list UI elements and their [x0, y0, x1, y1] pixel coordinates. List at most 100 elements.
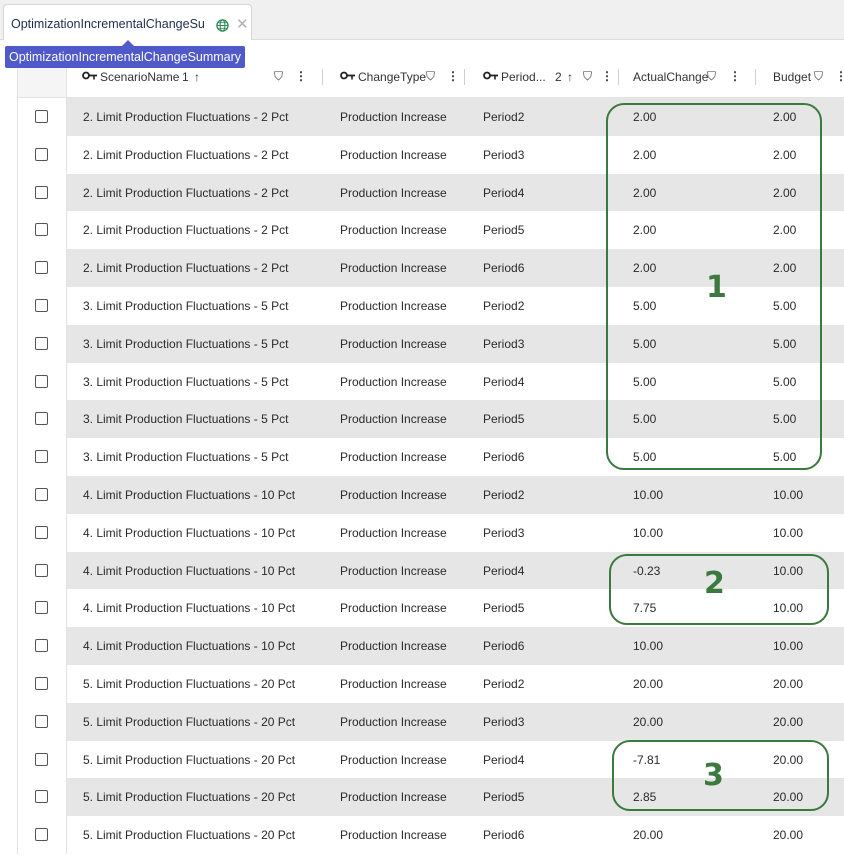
cell-actualchange: 20.00 [633, 828, 664, 843]
row-checkbox[interactable] [35, 714, 48, 728]
cell-period: Period5 [483, 223, 525, 238]
table-row[interactable]: 4. Limit Production Fluctuations - 10 Pc… [18, 513, 844, 552]
row-checkbox[interactable] [35, 790, 48, 804]
cell-period: Period4 [483, 563, 525, 578]
row-checkbox[interactable] [35, 487, 48, 501]
cell-budget: 10.00 [773, 487, 804, 502]
cell-scenarioname: 4. Limit Production Fluctuations - 10 Pc… [83, 563, 296, 578]
kebab-menu-icon[interactable]: ⋮ [601, 69, 613, 83]
row-select-cell [18, 362, 67, 401]
close-icon[interactable]: ✕ [236, 15, 249, 33]
cell-changetype: Production Increase [340, 261, 447, 276]
tab-optimization-incremental-change-summary[interactable]: OptimizationIncrementalChangeSu ✕ [3, 4, 252, 40]
row-checkbox[interactable] [35, 828, 48, 842]
table-row[interactable]: 4. Limit Production Fluctuations - 10 Pc… [18, 475, 844, 514]
cell-changetype: Production Increase [340, 639, 447, 654]
row-checkbox[interactable] [35, 147, 48, 161]
cell-scenarioname: 4. Limit Production Fluctuations - 10 Pc… [83, 487, 296, 502]
row-checkbox[interactable] [35, 336, 48, 350]
row-checkbox[interactable] [35, 110, 48, 123]
cell-period: Period2 [483, 110, 525, 124]
row-checkbox[interactable] [35, 298, 48, 312]
cell-scenarioname: 3. Limit Production Fluctuations - 5 Pct [83, 374, 289, 389]
cell-period: Period4 [483, 374, 525, 389]
key-icon [483, 71, 498, 80]
column-divider[interactable] [464, 69, 465, 85]
row-select-cell [18, 249, 67, 287]
column-header-budget[interactable]: Budget ⛉ ⋮ [773, 58, 844, 97]
cell-scenarioname: 5. Limit Production Fluctuations - 20 Pc… [83, 828, 296, 843]
annotation-label-2: 2 [704, 566, 725, 601]
cell-period: Period6 [483, 261, 525, 276]
row-checkbox[interactable] [35, 223, 48, 237]
row-checkbox[interactable] [35, 752, 48, 766]
table-row[interactable]: 5. Limit Production Fluctuations - 20 Pc… [18, 664, 844, 703]
row-checkbox[interactable] [35, 676, 48, 690]
kebab-menu-icon[interactable]: ⋮ [729, 69, 741, 83]
cell-scenarioname: 5. Limit Production Fluctuations - 20 Pc… [83, 714, 296, 729]
row-select-cell [18, 664, 67, 703]
kebab-menu-icon[interactable]: ⋮ [295, 69, 307, 83]
filter-icon[interactable]: ⛉ [426, 69, 435, 84]
filter-icon[interactable]: ⛉ [274, 69, 283, 84]
cell-actualchange: 20.00 [633, 676, 664, 691]
cell-period: Period5 [483, 790, 525, 805]
filter-icon[interactable]: ⛉ [814, 69, 823, 84]
table-row[interactable]: 5. Limit Production Fluctuations - 20 Pc… [18, 702, 844, 741]
column-header-changetype[interactable]: ChangeType ⛉ ⋮ [340, 58, 483, 97]
column-header-actualchange[interactable]: ActualChange ⛉ ⋮ [633, 58, 773, 97]
row-select-cell [18, 513, 67, 552]
row-select-cell [18, 551, 67, 590]
row-checkbox[interactable] [35, 639, 48, 653]
cell-changetype: Production Increase [340, 450, 447, 465]
sort-asc-icon[interactable]: ↑ [567, 70, 573, 84]
filter-icon[interactable]: ⛉ [583, 69, 592, 84]
column-divider[interactable] [322, 69, 323, 85]
kebab-menu-icon[interactable]: ⋮ [835, 69, 844, 83]
column-label: ActualChange [633, 70, 709, 84]
column-divider[interactable] [618, 69, 619, 85]
cell-changetype: Production Increase [340, 487, 447, 502]
row-select-cell [18, 135, 67, 174]
row-checkbox[interactable] [35, 601, 48, 615]
row-checkbox[interactable] [35, 563, 48, 577]
cell-period: Period6 [483, 639, 525, 654]
cell-scenarioname: 2. Limit Production Fluctuations - 2 Pct [83, 185, 289, 200]
sort-asc-icon[interactable]: ↑ [194, 70, 200, 84]
row-checkbox[interactable] [35, 374, 48, 388]
filter-icon[interactable]: ⛉ [707, 69, 716, 84]
cell-scenarioname: 3. Limit Production Fluctuations - 5 Pct [83, 450, 289, 465]
row-checkbox[interactable] [35, 525, 48, 539]
table-row[interactable]: 4. Limit Production Fluctuations - 10 Pc… [18, 627, 844, 665]
cell-changetype: Production Increase [340, 790, 447, 805]
cell-changetype: Production Increase [340, 110, 447, 124]
row-select-cell [18, 286, 67, 325]
column-header-period[interactable]: Period... 2 ↑ ⛉ ⋮ [483, 58, 633, 97]
row-checkbox[interactable] [35, 450, 48, 464]
column-divider[interactable] [755, 69, 756, 85]
tab-tooltip: OptimizationIncrementalChangeSummary [5, 40, 246, 68]
cell-period: Period2 [483, 676, 525, 691]
table-row[interactable]: 5. Limit Production Fluctuations - 20 Pc… [18, 816, 844, 854]
row-checkbox[interactable] [35, 185, 48, 199]
cell-actualchange: 20.00 [633, 714, 664, 729]
cell-scenarioname: 4. Limit Production Fluctuations - 10 Pc… [83, 525, 296, 540]
tab-title: OptimizationIncrementalChangeSu [11, 17, 205, 31]
row-checkbox[interactable] [35, 412, 48, 426]
cell-period: Period6 [483, 828, 525, 843]
cell-actualchange: 10.00 [633, 487, 664, 502]
row-select-cell [18, 816, 67, 854]
cell-period: Period2 [483, 298, 525, 313]
cell-changetype: Production Increase [340, 298, 447, 313]
cell-scenarioname: 2. Limit Production Fluctuations - 2 Pct [83, 223, 289, 238]
cell-budget: 10.00 [773, 639, 804, 654]
row-checkbox[interactable] [35, 261, 48, 275]
cell-scenarioname: 2. Limit Production Fluctuations - 2 Pct [83, 261, 289, 276]
row-select-cell [18, 475, 67, 514]
globe-icon [216, 19, 229, 32]
annotation-label-1: 1 [706, 270, 727, 305]
kebab-menu-icon[interactable]: ⋮ [447, 69, 459, 83]
cell-scenarioname: 5. Limit Production Fluctuations - 20 Pc… [83, 752, 296, 767]
cell-scenarioname: 3. Limit Production Fluctuations - 5 Pct [83, 298, 289, 313]
cell-budget: 20.00 [773, 714, 804, 729]
